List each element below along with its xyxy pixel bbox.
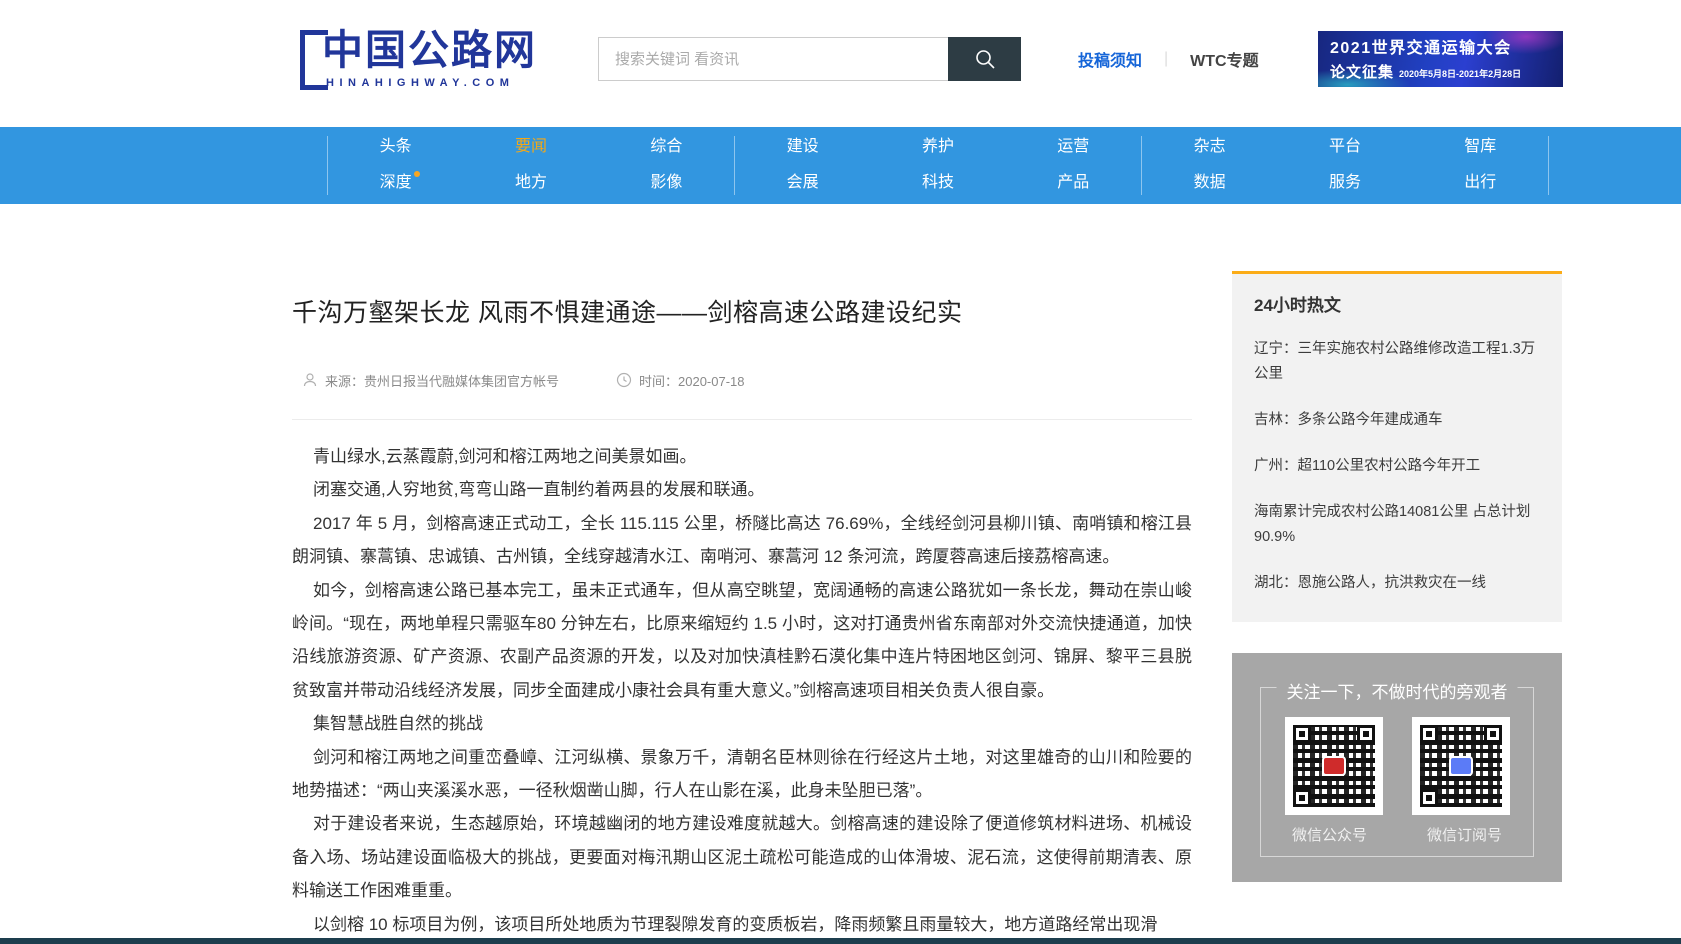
nav-item-yaowen-active[interactable]: 要闻 <box>515 137 547 157</box>
qr-center-logo <box>1322 756 1346 776</box>
qr-label-subscription: 微信订阅号 <box>1427 824 1502 845</box>
article-title: 千沟万壑架长龙 风雨不惧建通途——剑榕高速公路建设纪实 <box>292 293 1192 329</box>
qr-finder-icon <box>1293 725 1311 743</box>
nav-item-zhiku[interactable]: 智库 <box>1464 137 1496 157</box>
site-header: 中国公路网 HINAHIGHWAY.COM 投稿须知 | WTC专题 2021世… <box>0 0 1681 127</box>
meta-divider <box>292 419 1192 420</box>
nav-col-pingtai: 平台 服务 <box>1277 136 1412 195</box>
nav-item-zonghe[interactable]: 综合 <box>650 137 682 157</box>
nav-item-yanghu[interactable]: 养护 <box>922 137 954 157</box>
paragraph: 剑河和榕江两地之间重峦叠嶂、江河纵横、景象万千，清朝名臣林则徐在行经这片土地，对… <box>292 741 1192 808</box>
article-source: 来源：贵州日报当代融媒体集团官方帐号 <box>302 371 559 390</box>
nav-col-yanghu: 养护 科技 <box>870 136 1005 195</box>
hot-articles-panel: 24小时热文 辽宁：三年实施农村公路维修改造工程1.3万公里 吉林：多条公路今年… <box>1232 271 1562 622</box>
hot-item[interactable]: 广州：超110公里农村公路今年开工 <box>1254 454 1540 479</box>
paragraph: 闭塞交通,人穷地贫,弯弯山路一直制约着两县的发展和联通。 <box>292 473 1192 506</box>
search-input[interactable] <box>598 37 948 81</box>
paragraph: 对于建设者来说，生态越原始，环境越幽闭的地方建设难度就越大。剑榕高速的建设除了便… <box>292 807 1192 907</box>
nav-item-shuju[interactable]: 数据 <box>1194 173 1226 193</box>
banner-title: 2021世界交通运输大会 <box>1330 38 1563 60</box>
article-body: 青山绿水,云蒸霞蔚,剑河和榕江两地之间美景如画。 闭塞交通,人穷地贫,弯弯山路一… <box>292 440 1192 941</box>
article-meta: 来源：贵州日报当代融媒体集团官方帐号 时间：2020-07-18 <box>302 368 745 392</box>
nav-item-difang[interactable]: 地方 <box>515 173 547 193</box>
search-bar <box>598 37 1021 81</box>
nav-col-zonghe: 综合 影像 <box>599 136 734 195</box>
wechat-follow-panel: 关注一下，不做时代的旁观者 微信公众号 微 <box>1232 653 1562 882</box>
nav-col-yaowen: 要闻 地方 <box>463 136 598 195</box>
qr-finder-icon <box>1420 725 1438 743</box>
logo-subtitle: HINAHIGHWAY.COM <box>326 77 537 89</box>
wtc-topic-link[interactable]: WTC专题 <box>1190 47 1258 71</box>
qr-finder-icon <box>1420 789 1438 807</box>
nav-item-pingtai[interactable]: 平台 <box>1329 137 1361 157</box>
paragraph: 以剑榕 10 标项目为例，该项目所处地质为节理裂隙发育的变质板岩，降雨频繁且雨量… <box>292 908 1192 941</box>
qr-finder-icon <box>1484 725 1502 743</box>
conference-banner[interactable]: 2021世界交通运输大会 论文征集 2020年5月8日-2021年2月28日 <box>1318 31 1563 87</box>
clock-icon <box>616 372 632 388</box>
footer-bar <box>0 938 1681 944</box>
qr-finder-icon <box>1293 789 1311 807</box>
page: 中国公路网 HINAHIGHWAY.COM 投稿须知 | WTC专题 2021世… <box>0 0 1681 944</box>
qr-finder-icon <box>1357 725 1375 743</box>
submission-notice-link[interactable]: 投稿须知 <box>1078 47 1142 71</box>
qr-center-logo <box>1449 756 1473 776</box>
article-time: 时间：2020-07-18 <box>616 371 745 390</box>
new-dot-badge <box>414 171 420 177</box>
banner-subtitle: 论文征集 <box>1330 61 1394 82</box>
hot-item[interactable]: 海南累计完成农村公路14081公里 占总计划90.9% <box>1254 500 1540 550</box>
nav-col-yunying: 运营 产品 <box>1006 136 1141 195</box>
link-separator: | <box>1164 50 1168 68</box>
nav-item-huizhan[interactable]: 会展 <box>787 173 819 193</box>
logo-title: 中国公路网 <box>322 27 537 73</box>
hot-item[interactable]: 辽宁：三年实施农村公路维修改造工程1.3万公里 <box>1254 337 1540 387</box>
paragraph: 2017 年 5 月，剑榕高速正式动工，全长 115.115 公里，桥隧比高达 … <box>292 507 1192 574</box>
wechat-official-qr-code <box>1285 717 1383 815</box>
nav-item-chuxing[interactable]: 出行 <box>1464 173 1496 193</box>
author-icon <box>302 372 318 388</box>
follow-panel-title: 关注一下，不做时代的旁观者 <box>1277 678 1518 703</box>
paragraph: 青山绿水,云蒸霞蔚,剑河和榕江两地之间美景如画。 <box>292 440 1192 473</box>
nav-item-keji[interactable]: 科技 <box>922 173 954 193</box>
paragraph: 如今，剑榕高速公路已基本完工，虽未正式通车，但从高空眺望，宽阔通畅的高速公路犹如… <box>292 574 1192 708</box>
nav-col-zazhi: 杂志 数据 <box>1141 136 1277 195</box>
main-nav: 头条 深度 要闻 地方 综合 影像 建设 会展 养护 科技 运营 产品 <box>0 127 1681 204</box>
nav-item-fuwu[interactable]: 服务 <box>1329 173 1361 193</box>
nav-item-yunying[interactable]: 运营 <box>1057 137 1089 157</box>
nav-item-toutiao[interactable]: 头条 <box>380 137 412 157</box>
site-logo[interactable]: 中国公路网 HINAHIGHWAY.COM <box>300 27 537 97</box>
nav-item-shendu[interactable]: 深度 <box>380 173 412 193</box>
hot-item[interactable]: 吉林：多条公路今年建成通车 <box>1254 408 1540 433</box>
nav-item-chanpin[interactable]: 产品 <box>1057 173 1089 193</box>
hot-panel-title: 24小时热文 <box>1254 291 1540 316</box>
header-links: 投稿须知 | WTC专题 <box>1078 47 1259 71</box>
nav-item-yingxiang[interactable]: 影像 <box>650 173 682 193</box>
search-button[interactable] <box>948 37 1021 81</box>
nav-item-jianshe[interactable]: 建设 <box>787 137 819 157</box>
nav-col-zhiku: 智库 出行 <box>1413 136 1548 195</box>
nav-col-toutiao: 头条 深度 <box>328 136 463 195</box>
paragraph-subheading: 集智慧战胜自然的挑战 <box>292 707 1192 740</box>
qr-label-official: 微信公众号 <box>1292 824 1367 845</box>
banner-dates: 2020年5月8日-2021年2月28日 <box>1399 67 1521 80</box>
search-icon <box>973 47 997 71</box>
wechat-subscription-qr-code <box>1412 717 1510 815</box>
nav-item-zazhi[interactable]: 杂志 <box>1194 137 1226 157</box>
nav-col-jianshe: 建设 会展 <box>734 136 870 195</box>
hot-item[interactable]: 湖北：恩施公路人，抗洪救灾在一线 <box>1254 571 1540 596</box>
